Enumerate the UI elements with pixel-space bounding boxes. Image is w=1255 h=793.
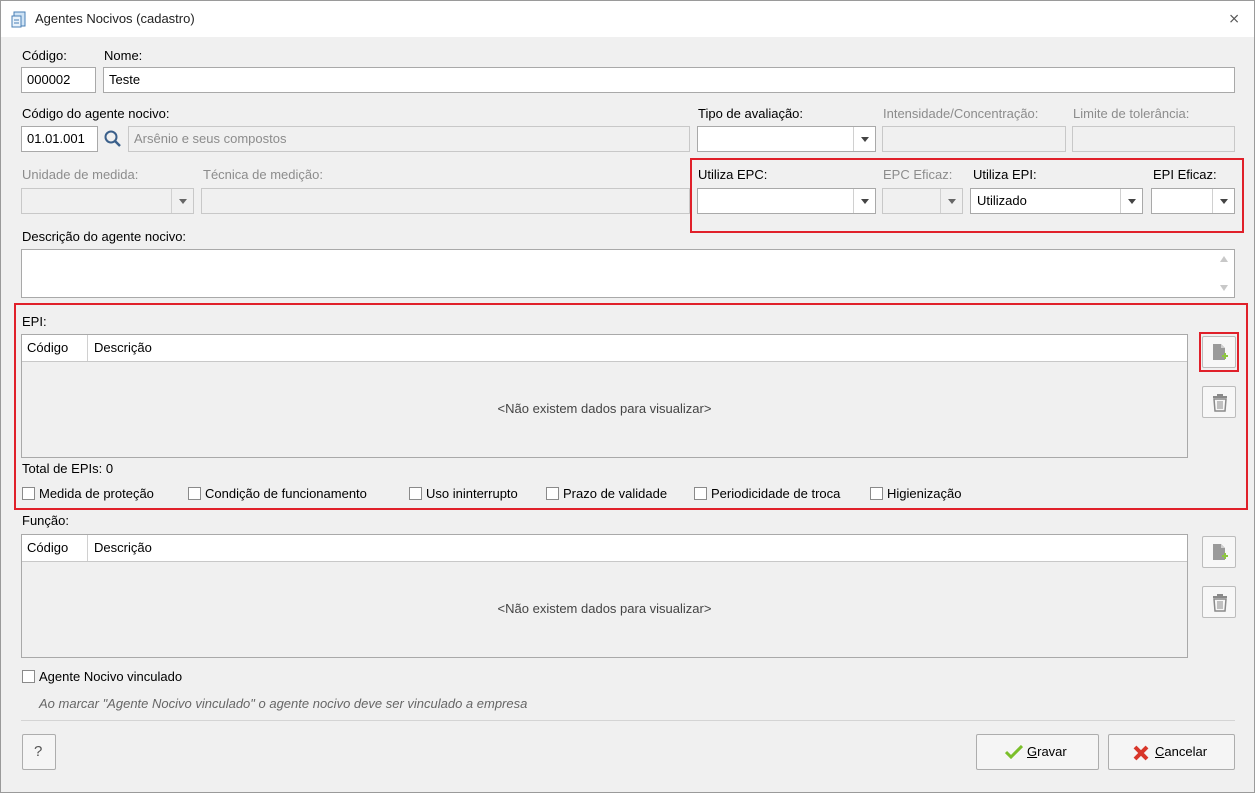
descricao-textarea[interactable] — [21, 249, 1235, 298]
chevron-down-icon[interactable] — [853, 127, 875, 151]
chevron-down-icon — [171, 189, 193, 213]
help-button[interactable]: ? — [22, 734, 56, 770]
help-icon: ? — [34, 743, 43, 760]
codigo-label: Código: — [22, 48, 67, 63]
limite-field — [1072, 126, 1235, 152]
checkbox-label: Prazo de validade — [563, 486, 668, 501]
agente-search-button[interactable] — [100, 126, 126, 152]
epi-total: Total de EPIs: 0 — [22, 461, 114, 476]
epi-col-descricao[interactable]: Descrição — [94, 335, 152, 361]
cancel-x-icon — [1133, 745, 1149, 761]
checkbox-uso-ininterrupto[interactable]: Uso ininterrupto — [409, 486, 518, 501]
epi-grid-header: Código Descrição — [22, 335, 1187, 362]
checkbox-label: Agente Nocivo vinculado — [39, 669, 183, 684]
checkbox-label: Higienização — [887, 486, 962, 501]
cancelar-label: Cancelar — [1155, 744, 1207, 759]
epi-label: EPI: — [22, 314, 47, 329]
funcao-grid-header: Código Descrição — [22, 535, 1187, 562]
checkbox-medida-protecao[interactable]: Medida de proteção — [22, 486, 154, 501]
descricao-label: Descrição do agente nocivo: — [22, 229, 187, 244]
checkbox-condicao-funcionamento[interactable]: Condição de funcionamento — [188, 486, 367, 501]
trash-icon — [1213, 394, 1227, 412]
intensidade-label: Intensidade/Concentração: — [883, 106, 1039, 121]
unidade-label: Unidade de medida: — [22, 167, 139, 182]
cancelar-button[interactable]: Cancelar — [1108, 734, 1235, 770]
limite-label: Limite de tolerância: — [1073, 106, 1190, 121]
checkbox-agente-vinculado[interactable]: Agente Nocivo vinculado — [22, 669, 182, 684]
checkbox-label: Uso ininterrupto — [426, 486, 518, 501]
cancelar-mnemonic: C — [1155, 744, 1165, 759]
checkbox-box[interactable] — [188, 487, 201, 500]
checkbox-periodicidade-troca[interactable]: Periodicidade de troca — [694, 486, 840, 501]
add-epi-button[interactable] — [1202, 336, 1236, 368]
funcao-empty-text: <Não existem dados para visualizar> — [497, 601, 712, 616]
epi-grid[interactable]: Código Descrição <Não existem dados para… — [21, 334, 1188, 458]
codigo-field[interactable]: 000002 — [21, 67, 96, 93]
trash-icon — [1213, 594, 1227, 612]
checkmark-icon — [1005, 745, 1023, 759]
agente-code-field[interactable]: 01.01.001 — [21, 126, 98, 152]
form-icon — [11, 11, 26, 28]
agente-description-field: Arsênio e seus compostos — [128, 126, 690, 152]
tecnica-field — [201, 188, 690, 214]
funcao-col-codigo[interactable]: Código — [22, 535, 88, 561]
funcao-label: Função: — [22, 513, 69, 528]
gravar-mnemonic: G — [1027, 744, 1038, 759]
checkbox-box[interactable] — [546, 487, 559, 500]
checkbox-box[interactable] — [694, 487, 707, 500]
checkbox-box[interactable] — [22, 487, 35, 500]
nome-label: Nome: — [104, 48, 143, 63]
checkbox-label: Condição de funcionamento — [205, 486, 367, 501]
checkbox-prazo-validade[interactable]: Prazo de validade — [546, 486, 667, 501]
add-funcao-button[interactable] — [1202, 536, 1236, 568]
epi-empty-text: <Não existem dados para visualizar> — [497, 401, 712, 416]
cancelar-label-rest: ancelar — [1164, 744, 1208, 759]
checkbox-label: Periodicidade de troca — [711, 486, 841, 501]
delete-funcao-button[interactable] — [1202, 586, 1236, 618]
add-document-icon — [1213, 544, 1228, 560]
vinculado-hint: Ao marcar "Agente Nocivo vinculado" o ag… — [39, 696, 528, 711]
close-icon[interactable]: ⨯ — [1228, 10, 1240, 27]
gravar-label: Gravar — [1027, 744, 1067, 759]
tipo-avaliacao-select[interactable] — [697, 126, 876, 152]
footer-divider — [21, 720, 1235, 721]
epi-col-codigo[interactable]: Código — [22, 335, 88, 361]
dialog-window: Agentes Nocivos (cadastro) ⨯ Código: Nom… — [0, 0, 1255, 793]
checkbox-label: Medida de proteção — [39, 486, 154, 501]
epc-epi-highlight — [690, 158, 1244, 233]
window-title: Agentes Nocivos (cadastro) — [35, 11, 195, 26]
checkbox-higienizacao[interactable]: Higienização — [870, 486, 961, 501]
agente-label: Código do agente nocivo: — [22, 106, 170, 121]
tecnica-label: Técnica de medição: — [203, 167, 323, 182]
gravar-button[interactable]: Gravar — [976, 734, 1099, 770]
checkbox-box[interactable] — [870, 487, 883, 500]
checkbox-box[interactable] — [22, 670, 35, 683]
gravar-label-rest: ravar — [1037, 744, 1067, 759]
funcao-grid[interactable]: Código Descrição <Não existem dados para… — [21, 534, 1188, 658]
intensidade-field — [882, 126, 1066, 152]
checkbox-box[interactable] — [409, 487, 422, 500]
unidade-select — [21, 188, 194, 214]
title-bar: Agentes Nocivos (cadastro) ⨯ — [1, 1, 1254, 37]
tipo-avaliacao-label: Tipo de avaliação: — [698, 106, 804, 121]
delete-epi-button[interactable] — [1202, 386, 1236, 418]
add-document-icon — [1213, 344, 1228, 360]
nome-field[interactable]: Teste — [103, 67, 1235, 93]
scrollbar[interactable] — [1214, 250, 1234, 297]
search-icon — [104, 130, 121, 147]
funcao-col-descricao[interactable]: Descrição — [94, 535, 152, 561]
